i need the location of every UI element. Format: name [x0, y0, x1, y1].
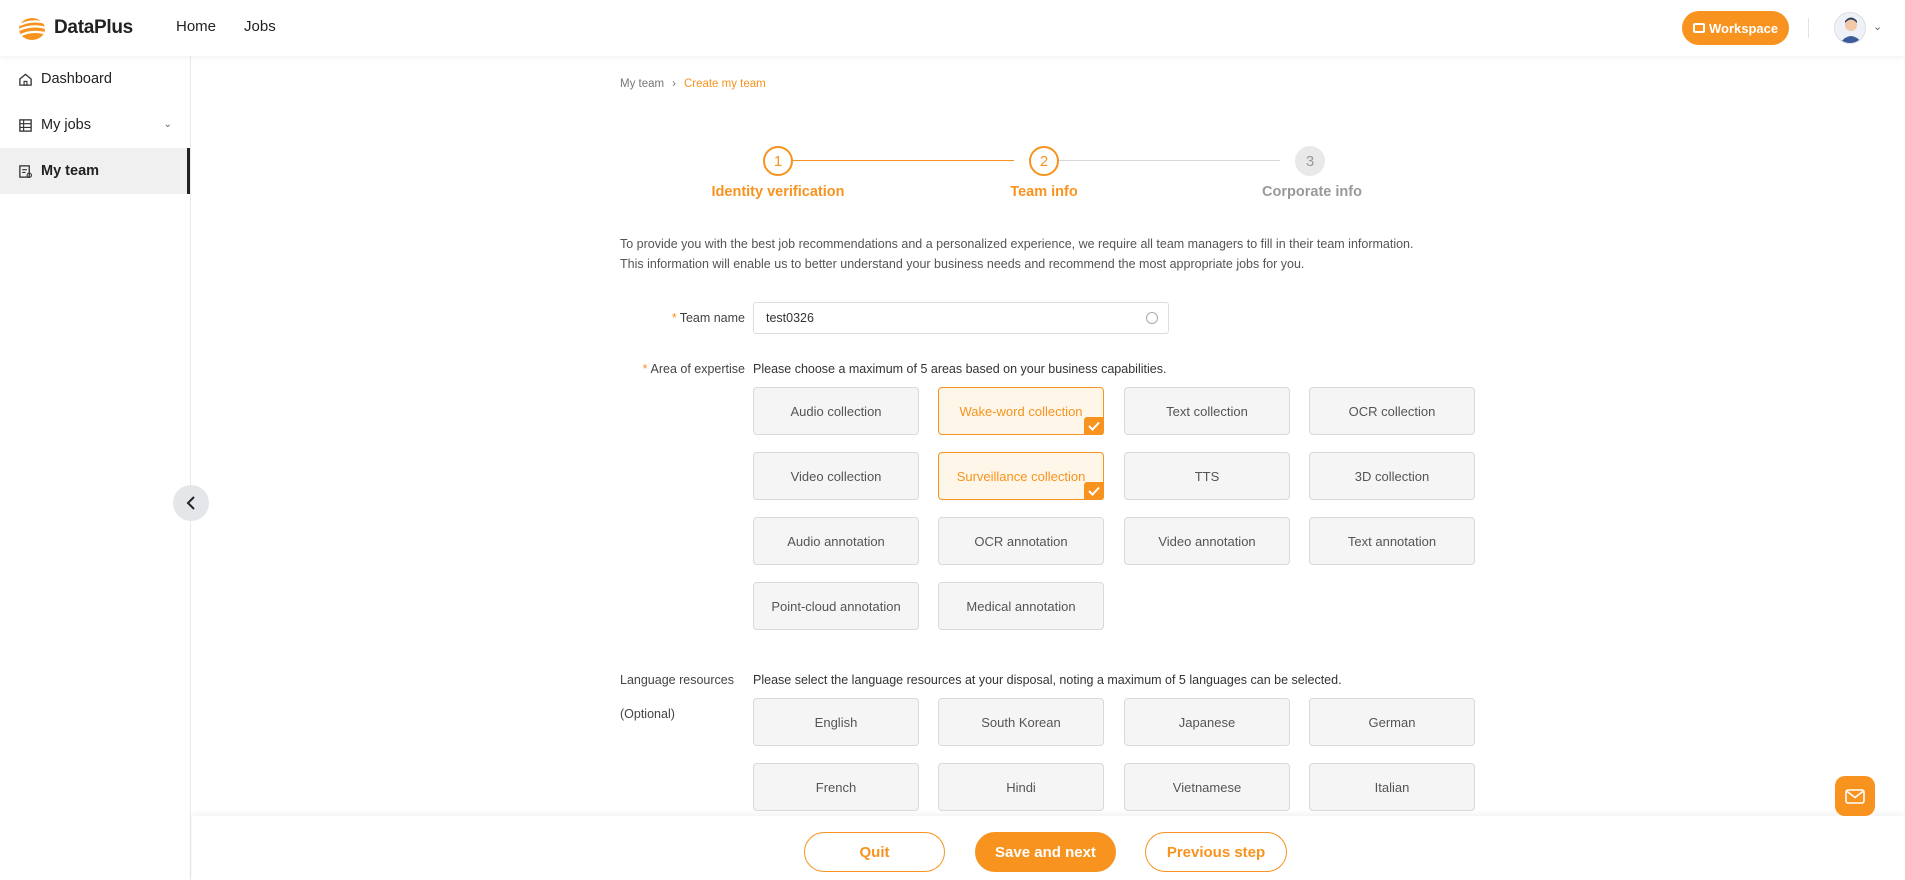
team-name-value: test0326: [766, 311, 814, 325]
language-label: Language resources: [620, 673, 734, 687]
language-option-hindi[interactable]: Hindi: [938, 763, 1104, 811]
breadcrumb-parent[interactable]: My team: [620, 78, 664, 90]
previous-step-button[interactable]: Previous step: [1145, 832, 1287, 872]
step-3-label: Corporate info: [1262, 184, 1362, 200]
sidebar-item-dashboard[interactable]: Dashboard: [0, 56, 190, 102]
expertise-option-text-collection[interactable]: Text collection: [1124, 387, 1290, 435]
expertise-option-audio-annotation[interactable]: Audio annotation: [753, 517, 919, 565]
chip-label: Surveillance collection: [956, 468, 1086, 484]
check-icon: [1084, 417, 1104, 435]
language-option-french[interactable]: French: [753, 763, 919, 811]
intro-line-1: To provide you with the best job recomme…: [620, 237, 1414, 251]
chevron-down-icon: ⌄: [163, 119, 172, 130]
expertise-option-ocr-annotation[interactable]: OCR annotation: [938, 517, 1104, 565]
collapse-sidebar-button[interactable]: [173, 485, 209, 521]
logo[interactable]: DataPlus: [16, 13, 133, 43]
step-2-label: Team info: [1010, 184, 1078, 200]
message-button[interactable]: [1835, 776, 1875, 816]
user-avatar-icon: [1840, 17, 1862, 43]
intro-text: To provide you with the best job recomme…: [620, 234, 1520, 274]
breadcrumb-separator-icon: ›: [672, 78, 676, 90]
intro-line-2: This information will enable us to bette…: [620, 257, 1305, 271]
sidebar-item-label: Dashboard: [41, 71, 112, 87]
language-option-german[interactable]: German: [1309, 698, 1475, 746]
required-marker: *: [671, 311, 677, 325]
stepper-line-done: [778, 160, 1014, 161]
expertise-option-point-cloud-annotation[interactable]: Point-cloud annotation: [753, 582, 919, 630]
expertise-option-surveillance-collection[interactable]: Surveillance collection: [938, 452, 1104, 500]
required-marker: *: [642, 362, 648, 376]
brand-name: DataPlus: [54, 17, 133, 38]
language-option-vietnamese[interactable]: Vietnamese: [1124, 763, 1290, 811]
language-option-japanese[interactable]: Japanese: [1124, 698, 1290, 746]
dataplus-logo-icon: [18, 18, 47, 40]
main-content: My team › Create my team 1 2 3 Identity …: [192, 56, 1905, 816]
team-icon: [17, 163, 33, 179]
nav-home[interactable]: Home: [176, 18, 216, 35]
save-and-next-button[interactable]: Save and next: [975, 832, 1116, 872]
mail-icon: [1845, 788, 1865, 804]
language-option-south-korean[interactable]: South Korean: [938, 698, 1104, 746]
workspace-icon: [1693, 23, 1705, 33]
breadcrumb-current: Create my team: [683, 78, 766, 90]
check-icon: [1084, 482, 1104, 500]
step-2-circle: 2: [1029, 146, 1059, 176]
team-name-label: * Team name: [620, 311, 745, 325]
top-bar: DataPlus Home Jobs Workspace ⌄: [0, 0, 1905, 56]
sidebar-item-my-jobs[interactable]: My jobs ⌄: [0, 102, 190, 148]
workspace-label: Workspace: [1709, 20, 1779, 36]
team-name-input[interactable]: test0326: [753, 302, 1169, 334]
expertise-option-video-annotation[interactable]: Video annotation: [1124, 517, 1290, 565]
header-divider: [1808, 18, 1809, 38]
workspace-button[interactable]: Workspace: [1682, 11, 1790, 45]
chevron-down-icon[interactable]: ⌄: [1873, 20, 1882, 33]
expertise-option-text-annotation[interactable]: Text annotation: [1309, 517, 1475, 565]
expertise-label-text: Area of expertise: [650, 362, 746, 376]
sidebar-item-label: My jobs: [41, 117, 91, 133]
chip-label: Wake-word collection: [959, 403, 1083, 419]
jobs-icon: [17, 117, 33, 133]
expertise-option-medical-annotation[interactable]: Medical annotation: [938, 582, 1104, 630]
language-hint: Please select the language resources at …: [753, 673, 1342, 687]
quit-button[interactable]: Quit: [804, 832, 945, 872]
language-option-english[interactable]: English: [753, 698, 919, 746]
expertise-option-ocr-collection[interactable]: OCR collection: [1309, 387, 1475, 435]
language-option-italian[interactable]: Italian: [1309, 763, 1475, 811]
stepper-line-todo: [1044, 160, 1280, 161]
step-1-label: Identity verification: [711, 184, 845, 200]
expertise-option-video-collection[interactable]: Video collection: [753, 452, 919, 500]
breadcrumb: My team › Create my team: [620, 78, 766, 90]
expertise-option-tts[interactable]: TTS: [1124, 452, 1290, 500]
language-optional-label: (Optional): [620, 707, 675, 721]
avatar[interactable]: [1834, 12, 1866, 44]
step-3-circle: 3: [1295, 146, 1325, 176]
team-name-label-text: Team name: [679, 311, 745, 325]
sidebar-item-label: My team: [41, 163, 100, 179]
step-1-circle: 1: [763, 146, 793, 176]
expertise-option-wake-word-collection[interactable]: Wake-word collection: [938, 387, 1104, 435]
top-nav: Home Jobs: [176, 18, 276, 35]
check-circle-icon: [1146, 312, 1158, 324]
expertise-hint: Please choose a maximum of 5 areas based…: [753, 362, 1167, 376]
expertise-label: * Area of expertise: [620, 362, 745, 376]
sidebar: Dashboard My jobs ⌄ My team: [0, 56, 191, 880]
nav-jobs[interactable]: Jobs: [244, 18, 276, 35]
home-icon: [17, 71, 33, 87]
expertise-option-audio-collection[interactable]: Audio collection: [753, 387, 919, 435]
expertise-option-3d-collection[interactable]: 3D collection: [1309, 452, 1475, 500]
chevron-left-icon: [186, 496, 195, 510]
footer-actions: Quit Save and next Previous step: [192, 816, 1905, 880]
sidebar-item-my-team[interactable]: My team: [0, 148, 190, 194]
